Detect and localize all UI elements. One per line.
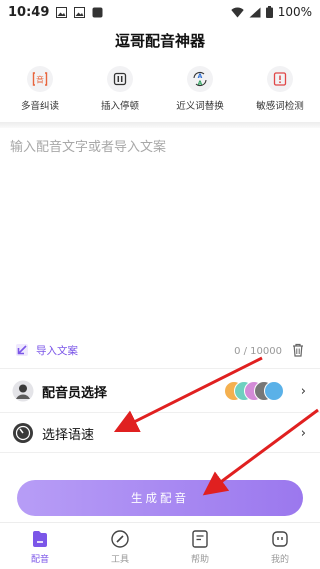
battery-icon [265, 6, 273, 18]
nav-label: 我的 [270, 555, 289, 565]
svg-text:A: A [198, 80, 203, 87]
import-label: 导入文案 [36, 344, 78, 357]
image-icon [74, 6, 86, 18]
import-icon [16, 344, 28, 356]
trash-icon[interactable] [290, 342, 306, 358]
nav-dub[interactable]: 配音 [0, 523, 80, 569]
tool-pronunciation[interactable]: 音 多音纠读 [0, 66, 80, 118]
tools-icon [111, 530, 129, 548]
tool-bar: 音 多音纠读 插入停顿 A A 近义词替换 敏感词检测 [0, 66, 320, 118]
nav-tools[interactable]: 工具 [80, 523, 160, 569]
speed-row[interactable]: 选择语速 › [0, 414, 320, 452]
divider [0, 412, 320, 413]
nav-help[interactable]: 帮助 [160, 523, 240, 569]
svg-text:A: A [198, 73, 203, 80]
wifi-icon [230, 7, 244, 17]
nav-label: 配音 [30, 555, 49, 565]
status-right: 100% [230, 5, 312, 19]
divider [0, 368, 320, 369]
svg-text:音: 音 [36, 75, 44, 85]
divider [0, 452, 320, 453]
tool-label: 多音纠读 [20, 101, 59, 112]
tool-sensitive-word[interactable]: 敏感词检测 [240, 66, 320, 118]
dubbing-text-input[interactable] [0, 128, 320, 340]
import-script-button[interactable]: 导入文案 [14, 342, 78, 358]
char-counter: 0 / 10000 [234, 346, 282, 357]
notification-icon [92, 7, 103, 17]
voice-actor-row[interactable]: 配音员选择 › [0, 372, 320, 410]
image-icon [56, 6, 68, 18]
status-time: 10:49 [8, 4, 50, 20]
tool-synonym[interactable]: A A 近义词替换 [160, 66, 240, 118]
chevron-right-icon: › [300, 383, 306, 399]
tool-insert-pause[interactable]: 插入停顿 [80, 66, 160, 118]
pronunciation-icon: 音 [27, 66, 53, 92]
generate-dubbing-button[interactable]: 生成配音 [17, 480, 303, 516]
pause-icon [107, 66, 133, 92]
status-bar: 10:49 100% [0, 0, 320, 24]
tool-label: 近义词替换 [176, 101, 224, 112]
bottom-nav: 配音 工具 帮助 我的 [0, 522, 320, 569]
synonym-swap-icon: A A [187, 66, 213, 92]
signal-icon [249, 7, 261, 17]
nav-label: 帮助 [190, 555, 209, 565]
speed-label: 选择语速 [42, 427, 95, 443]
tool-label: 敏感词检测 [256, 101, 304, 112]
status-left: 10:49 [8, 5, 103, 20]
tool-label: 插入停顿 [100, 101, 139, 112]
sensitive-word-icon [267, 66, 293, 92]
app-title: 逗哥配音神器 [114, 32, 205, 50]
avatar [264, 381, 284, 401]
chevron-right-icon: › [300, 425, 306, 441]
profile-icon [272, 531, 288, 547]
dub-icon [33, 531, 47, 547]
voice-actor-avatars [224, 381, 284, 401]
help-icon [192, 530, 208, 548]
nav-label: 工具 [110, 555, 129, 565]
voice-actor-icon [12, 380, 34, 402]
speedometer-icon [13, 423, 33, 443]
battery-text: 100% [277, 5, 312, 19]
voice-actor-label: 配音员选择 [42, 385, 108, 401]
nav-profile[interactable]: 我的 [240, 523, 320, 569]
